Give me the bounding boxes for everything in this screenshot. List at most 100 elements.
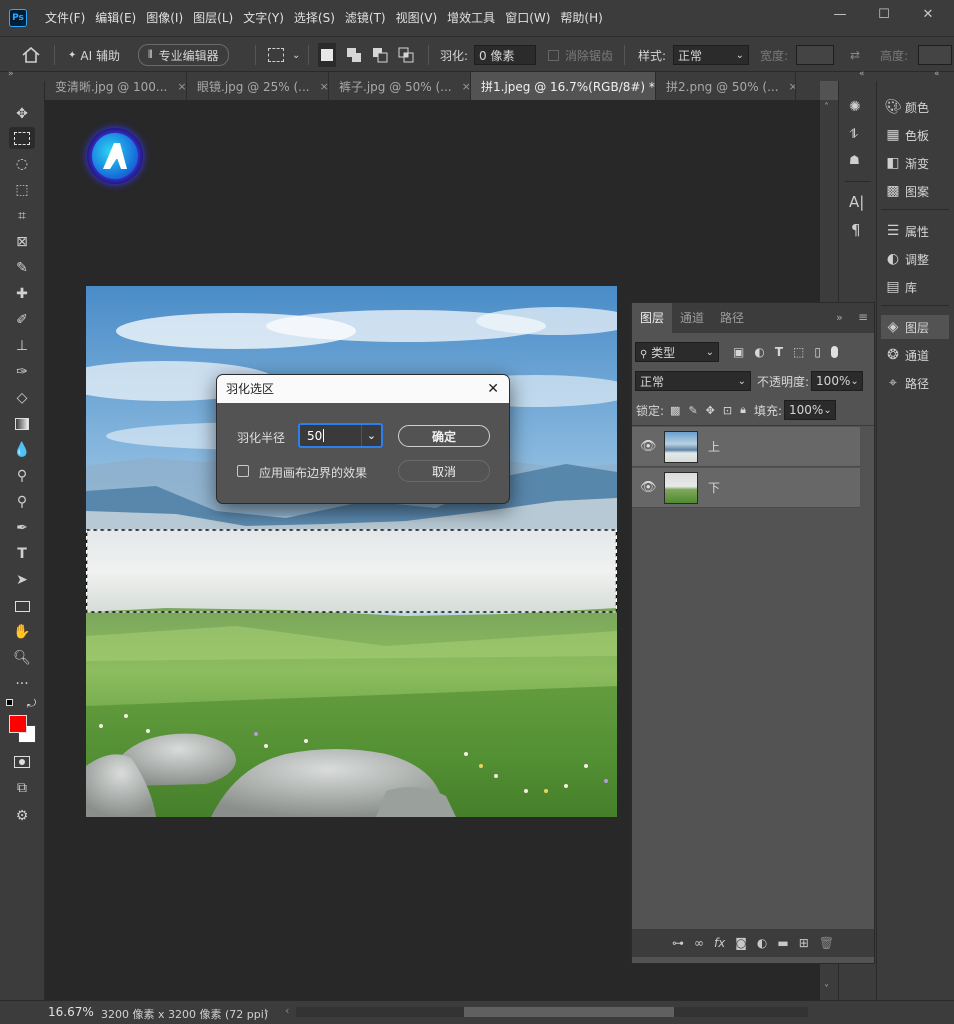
actions-icon[interactable]: ☗: [849, 153, 860, 167]
ai-app-logo[interactable]: [87, 128, 143, 184]
lock-position-icon[interactable]: ✥: [706, 404, 715, 417]
gradient-panel-button[interactable]: ◧ 渐变: [881, 151, 949, 175]
antialias-checkbox[interactable]: 消除锯齿: [548, 45, 613, 65]
filter-toggle[interactable]: [830, 346, 838, 358]
shape-filter-icon[interactable]: ⬚: [793, 345, 804, 359]
lock-pixels-icon[interactable]: ✎: [688, 404, 697, 417]
close-icon[interactable]: ✕: [487, 381, 499, 397]
patterns-panel-button[interactable]: ▩ 图案: [881, 179, 949, 203]
panel-menu-icon[interactable]: ≡: [858, 310, 868, 324]
doc-tab[interactable]: 变清晰.jpg @ 100... ×: [45, 72, 187, 100]
scrollbar-thumb[interactable]: [464, 1007, 674, 1017]
layers-panel-button[interactable]: ◈ 图层: [881, 315, 949, 339]
layer-row[interactable]: 👁︎ 上: [632, 427, 860, 467]
doc-tab[interactable]: 裤子.jpg @ 50% (... ×: [329, 72, 471, 100]
more-tools-icon[interactable]: ···: [9, 673, 35, 695]
crop-tool-icon[interactable]: ⌗: [9, 205, 35, 227]
fill-input[interactable]: 100% ⌄: [784, 400, 837, 420]
status-arrow-icon[interactable]: ›: [264, 1004, 269, 1018]
add-mask-icon[interactable]: ◙: [735, 936, 747, 950]
fx-icon[interactable]: fx: [714, 936, 725, 950]
stamp-tool-icon[interactable]: ⊥: [9, 335, 35, 357]
filter-kind-select[interactable]: ⚲ 类型 ⌄: [635, 342, 719, 362]
adjustments-panel-button[interactable]: ◐ 调整: [881, 247, 949, 271]
new-group-icon[interactable]: ▬: [777, 936, 788, 950]
tab-paths[interactable]: 路径: [712, 303, 752, 333]
swap-icon[interactable]: ⇄: [850, 45, 860, 65]
adjustment-layer-icon[interactable]: ◐: [757, 936, 767, 950]
menu-view[interactable]: 视图(V): [391, 0, 443, 36]
chevron-down-icon[interactable]: ⌄: [361, 425, 381, 446]
layer-name[interactable]: 下: [708, 479, 720, 496]
tab-channels[interactable]: 通道: [672, 303, 712, 333]
close-tab-icon[interactable]: ×: [789, 80, 795, 93]
visibility-eye-icon[interactable]: 👁︎: [640, 439, 657, 454]
properties-panel-button[interactable]: ☰ 属性: [881, 219, 949, 243]
doc-tab-active[interactable]: 拼1.jpeg @ 16.7%(RGB/8#) *×: [471, 72, 656, 100]
scroll-left-icon[interactable]: ‹: [285, 1004, 289, 1017]
trash-icon[interactable]: 🗑︎: [819, 936, 834, 950]
libraries-panel-button[interactable]: ▤ 库: [881, 275, 949, 299]
menu-image[interactable]: 图像(I): [141, 0, 188, 36]
layer-name[interactable]: 上: [708, 438, 720, 455]
subtract-selection-button[interactable]: [372, 45, 388, 65]
tab-layers[interactable]: 图层: [632, 303, 673, 333]
menu-help[interactable]: 帮助(H): [555, 0, 607, 36]
brush-tool-icon[interactable]: ✐: [9, 309, 35, 331]
feather-input[interactable]: 0 像素: [474, 45, 536, 65]
smart-filter-icon[interactable]: ▯: [814, 345, 821, 359]
history-icon[interactable]: ⥮: [849, 127, 858, 142]
menu-select[interactable]: 选择(S): [289, 0, 340, 36]
paths-panel-button[interactable]: ⌖ 路径: [881, 371, 949, 395]
ai-assist-button[interactable]: ✦ AI 辅助: [68, 45, 120, 65]
paragraph-icon[interactable]: ¶: [851, 221, 861, 239]
lock-artboard-icon[interactable]: ⊡: [723, 404, 732, 417]
scroll-down-icon[interactable]: ˅: [824, 984, 829, 995]
blend-mode-select[interactable]: 正常 ⌄: [635, 371, 751, 391]
marquee-tool-icon[interactable]: [9, 127, 35, 149]
link-icon[interactable]: ∞: [694, 936, 704, 950]
eyedropper-tool-icon[interactable]: ✎: [9, 257, 35, 279]
path-select-tool-icon[interactable]: ➤: [9, 569, 35, 591]
minimize-button[interactable]: —: [818, 0, 862, 28]
rectangle-tool-icon[interactable]: [9, 595, 35, 617]
gradient-tool-icon[interactable]: [9, 413, 35, 435]
zoom-level[interactable]: 16.67%: [48, 1005, 94, 1019]
visibility-eye-icon[interactable]: 👁︎: [640, 480, 657, 495]
eraser-tool-icon[interactable]: ◇: [9, 387, 35, 409]
home-icon[interactable]: [22, 45, 40, 65]
default-colors-icon[interactable]: [6, 699, 16, 709]
lasso-tool-icon[interactable]: ◌: [9, 153, 35, 175]
link-layers-icon[interactable]: ⊶: [672, 936, 684, 950]
height-input[interactable]: [918, 45, 952, 65]
menu-file[interactable]: 文件(F): [40, 0, 90, 36]
type-tool-icon[interactable]: T: [9, 543, 35, 565]
close-tab-icon[interactable]: ×: [320, 80, 328, 93]
close-tab-icon[interactable]: ×: [462, 80, 470, 93]
dodge-tool-icon[interactable]: ⚲: [9, 465, 35, 487]
new-layer-icon[interactable]: ⊞: [799, 936, 809, 950]
ok-button[interactable]: 确定: [398, 425, 490, 447]
pen-tool-icon[interactable]: ✒: [9, 517, 35, 539]
collapse-icon[interactable]: «: [859, 69, 865, 79]
object-select-tool-icon[interactable]: ⬚: [9, 179, 35, 201]
healing-tool-icon[interactable]: ✚: [9, 283, 35, 305]
expand-icon[interactable]: »: [8, 69, 14, 79]
channels-panel-button[interactable]: ❂ 通道: [881, 343, 949, 367]
menu-window[interactable]: 窗口(W): [500, 0, 555, 36]
feather-radius-input[interactable]: 50 ⌄: [298, 423, 383, 448]
collapse-icon[interactable]: «: [934, 69, 940, 79]
screen-mode-icon[interactable]: ⧉: [9, 777, 35, 799]
swap-colors-icon[interactable]: ⤾: [27, 697, 36, 711]
history-brush-tool-icon[interactable]: ✑: [9, 361, 35, 383]
cancel-button[interactable]: 取消: [398, 460, 490, 482]
character-icon[interactable]: A|: [849, 193, 864, 211]
quick-mask-icon[interactable]: [9, 751, 35, 773]
intersect-selection-button[interactable]: [398, 45, 414, 65]
swatches-panel-button[interactable]: ▦ 色板: [881, 123, 949, 147]
type-filter-icon[interactable]: T: [775, 345, 783, 359]
brightness-icon[interactable]: ✺: [849, 99, 861, 115]
doc-tab[interactable]: 拼2.png @ 50% (... ×: [656, 72, 796, 100]
apply-canvas-bounds-checkbox[interactable]: [237, 465, 249, 477]
menu-edit[interactable]: 编辑(E): [90, 0, 141, 36]
